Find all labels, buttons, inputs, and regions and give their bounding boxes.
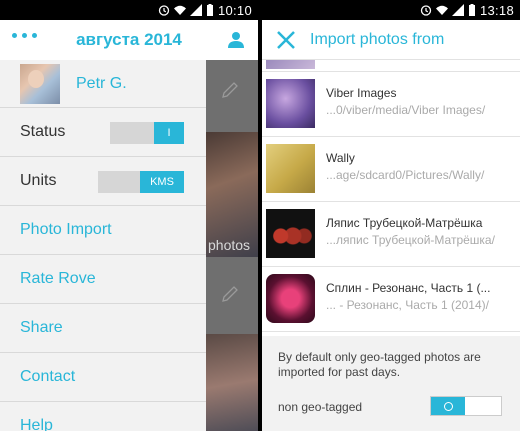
alarm-icon: [158, 5, 170, 16]
non-geo-tagged-label: non geo-tagged: [278, 400, 363, 414]
folder-path: ... - Резонанс, Часть 1 (2014)/: [326, 298, 489, 312]
wifi-icon: [173, 5, 186, 15]
geo-tag-note: By default only geo-tagged photos are im…: [278, 350, 481, 379]
right-screen: 13:18 Import photos from Viber Images ..…: [262, 0, 520, 431]
drawer-item-photo-import[interactable]: Photo Import: [0, 206, 206, 255]
date-title[interactable]: августа 2014: [0, 30, 258, 50]
left-screen: 10:10 photos августа 2014 Petr G. Status…: [0, 0, 258, 431]
toggle-knob: [431, 397, 465, 415]
profile-icon[interactable]: [228, 31, 244, 49]
status-toggle[interactable]: I: [110, 122, 184, 144]
battery-icon: [468, 4, 475, 16]
status-label: Status: [20, 123, 66, 140]
units-toggle[interactable]: KMS: [98, 171, 184, 193]
signal-icon: [451, 4, 464, 16]
folder-path: ...0/viber/media/Viber Images/: [326, 103, 486, 117]
signal-icon: [189, 4, 202, 16]
folder-thumbnail: [266, 60, 315, 69]
status-bar: 13:18: [262, 0, 520, 20]
status-time: 10:10: [217, 2, 252, 18]
page-title: Import photos from: [310, 31, 445, 48]
folder-name: Сплин - Резонанс, Часть 1 (...: [326, 281, 491, 295]
background-feed: photos: [206, 60, 258, 431]
status-time: 13:18: [479, 2, 514, 18]
profile-name: Petr G.: [76, 74, 127, 92]
folder-list: Viber Images ...0/viber/media/Viber Imag…: [262, 60, 520, 332]
folder-name: Viber Images: [326, 86, 397, 100]
list-item[interactable]: Viber Images ...0/viber/media/Viber Imag…: [262, 72, 520, 137]
app-bar: Import photos from: [262, 20, 520, 60]
avatar: [20, 63, 60, 104]
folder-path: ...age/sdcard0/Pictures/Wally/: [326, 168, 485, 182]
app-bar: августа 2014: [0, 20, 258, 60]
folder-thumbnail: [266, 209, 315, 258]
drawer-item-contact[interactable]: Contact: [0, 353, 206, 402]
list-item[interactable]: Wally ...age/sdcard0/Pictures/Wally/: [262, 137, 520, 202]
list-item[interactable]: [262, 60, 520, 72]
battery-icon: [206, 4, 213, 16]
edit-icon: [222, 82, 238, 98]
drawer-item-rate-rove[interactable]: Rate Rove: [0, 255, 206, 304]
folder-path: ...ляпис Трубецкой-Матрёшка/: [326, 233, 495, 247]
non-geo-tagged-toggle[interactable]: [430, 396, 502, 416]
folder-thumbnail: [266, 79, 315, 128]
import-options: By default only geo-tagged photos are im…: [262, 336, 520, 431]
profile-row[interactable]: Petr G.: [0, 60, 206, 108]
drawer-item-share[interactable]: Share: [0, 304, 206, 353]
status-row: Status I: [0, 108, 206, 157]
navigation-drawer: Petr G. Status I Units KMS Photo Import …: [0, 60, 206, 431]
background-label: photos: [208, 237, 251, 253]
list-item[interactable]: Сплин - Резонанс, Часть 1 (... ... - Рез…: [262, 267, 520, 332]
units-label: Units: [20, 172, 57, 189]
drawer-item-help[interactable]: Help: [0, 402, 206, 431]
folder-name: Wally: [326, 151, 355, 165]
alarm-icon: [420, 5, 432, 16]
folder-name: Ляпис Трубецкой-Матрёшка: [326, 216, 483, 230]
units-row: Units KMS: [0, 157, 206, 206]
list-item[interactable]: Ляпис Трубецкой-Матрёшка ...ляпис Трубец…: [262, 202, 520, 267]
wifi-icon: [435, 5, 448, 15]
folder-thumbnail: [266, 144, 315, 193]
close-icon[interactable]: [276, 30, 296, 50]
background-photo: [206, 334, 258, 431]
status-bar: 10:10: [0, 0, 258, 20]
folder-thumbnail: [266, 274, 315, 323]
edit-icon: [222, 286, 238, 302]
